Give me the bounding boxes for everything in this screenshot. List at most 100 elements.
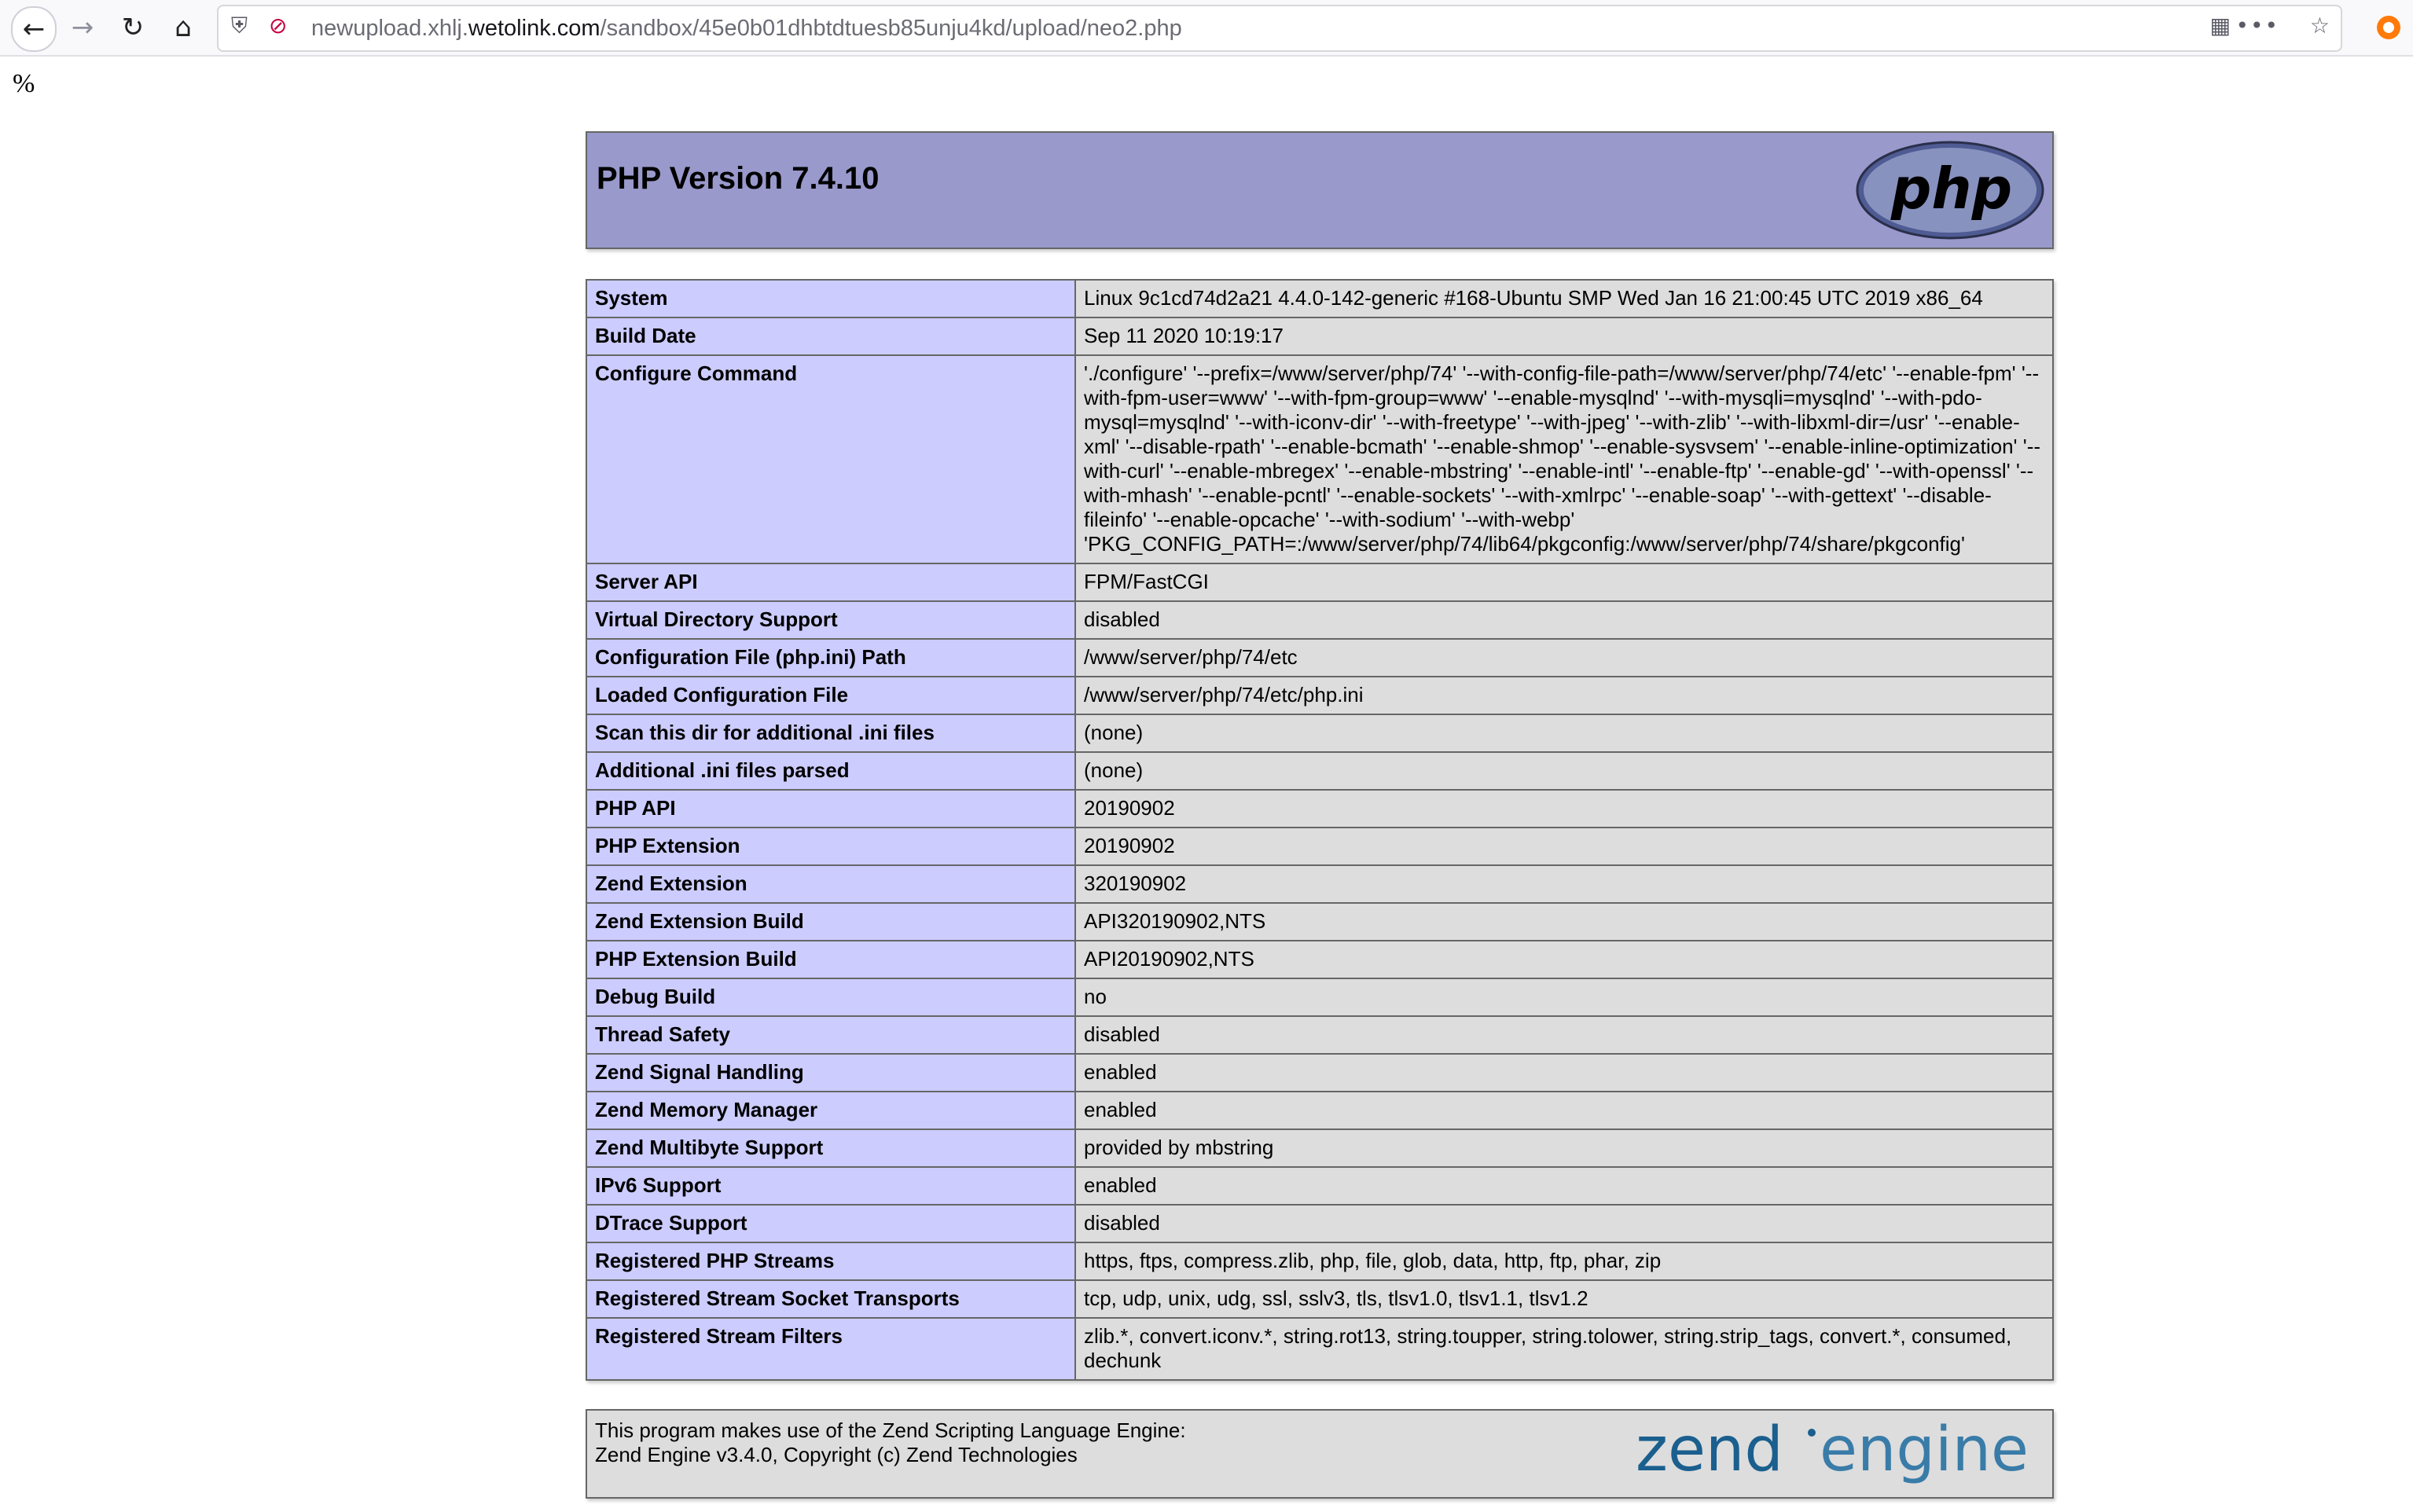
info-row: PHP Extension 20190902: [586, 827, 2054, 866]
info-row: Additional .ini files parsed (none): [586, 751, 2054, 791]
info-key: Configuration File (php.ini) Path: [586, 638, 1076, 677]
zend-engine-logo[interactable]: zend engine: [1636, 1417, 2044, 1492]
info-key: Zend Signal Handling: [586, 1053, 1076, 1092]
info-key: IPv6 Support: [586, 1166, 1076, 1206]
info-value: API320190902,NTS: [1074, 902, 2054, 941]
info-row: Zend Multibyte Support provided by mbstri…: [586, 1128, 2054, 1168]
info-value: './configure' '--prefix=/www/server/php/…: [1074, 354, 2054, 564]
info-key: Scan this dir for additional .ini files: [586, 714, 1076, 753]
info-row: Configuration File (php.ini) Path/www/se…: [586, 638, 2054, 677]
info-row: Build Date Sep 11 2020 10:19:17: [586, 317, 2054, 356]
info-value: no: [1074, 978, 2054, 1017]
info-row: Loaded Configuration File/www/server/php…: [586, 676, 2054, 715]
info-key: Zend Extension Build: [586, 902, 1076, 941]
info-value: 20190902: [1074, 827, 2054, 866]
php-logo-text: php: [1890, 156, 2012, 222]
info-value: enabled: [1074, 1091, 2054, 1130]
reload-icon[interactable]: ↻: [112, 6, 154, 49]
insecure-lock-icon[interactable]: ⊘: [269, 13, 287, 39]
info-key: System: [586, 279, 1076, 318]
info-key: PHP Extension Build: [586, 940, 1076, 979]
info-row: Server API FPM/FastCGI: [586, 563, 2054, 602]
info-key: Zend Multibyte Support: [586, 1128, 1076, 1168]
info-value: enabled: [1074, 1053, 2054, 1092]
info-value: 20190902: [1074, 789, 2054, 828]
info-value: provided by mbstring: [1074, 1128, 2054, 1168]
info-key: DTrace Support: [586, 1204, 1076, 1243]
more-icon[interactable]: •••: [2235, 13, 2279, 39]
info-key: Build Date: [586, 317, 1076, 356]
info-key: PHP API: [586, 789, 1076, 828]
info-key: PHP Extension: [586, 827, 1076, 866]
info-key: Server API: [586, 563, 1076, 602]
url-text[interactable]: newupload.xhlj.wetolink.com/sandbox/45e0…: [311, 16, 1182, 42]
info-value: disabled: [1074, 1204, 2054, 1243]
info-value: (none): [1074, 714, 2054, 753]
php-version-header: PHP Version 7.4.10 php: [586, 131, 2054, 249]
info-key: Additional .ini files parsed: [586, 751, 1076, 791]
url-path: /sandbox/45e0b01dhbtdtuesb85unju4kd/uplo…: [600, 16, 1182, 41]
info-value: /www/server/php/74/etc/php.ini: [1074, 676, 2054, 715]
browser-toolbar: ← → ↻ ⌂ ⛨ ⊘ newupload.xhlj.wetolink.com/…: [0, 0, 2413, 57]
forward-icon[interactable]: →: [61, 6, 104, 49]
info-value: /www/server/php/74/etc: [1074, 638, 2054, 677]
stray-text: %: [13, 69, 35, 98]
info-table: System Linux 9c1cd74d2a21 4.4.0-142-gener…: [586, 279, 2054, 1381]
info-value: 320190902: [1074, 864, 2054, 904]
url-domain: wetolink.com: [468, 16, 600, 41]
info-key: Zend Extension: [586, 864, 1076, 904]
php-logo[interactable]: php: [1856, 141, 2044, 240]
info-value: Linux 9c1cd74d2a21 4.4.0-142-generic #16…: [1074, 279, 2054, 318]
info-value: Sep 11 2020 10:19:17: [1074, 317, 2054, 356]
info-value: enabled: [1074, 1166, 2054, 1206]
info-value: API20190902,NTS: [1074, 940, 2054, 979]
url-prefix: newupload.xhlj.: [311, 16, 468, 41]
bookmark-star-icon[interactable]: ☆: [2310, 13, 2330, 39]
info-value: tcp, udp, unix, udg, ssl, sslv3, tls, tl…: [1074, 1279, 2054, 1319]
info-row: Configure Command './configure' '--prefix…: [586, 354, 2054, 564]
zend-logo-word2: engine: [1820, 1417, 2029, 1485]
info-row: Debug Build no: [586, 978, 2054, 1017]
info-row: Registered Stream Socket Transports tcp, …: [586, 1279, 2054, 1319]
zend-credit-line1: This program makes use of the Zend Scrip…: [595, 1418, 1186, 1442]
info-row: IPv6 Support enabled: [586, 1166, 2054, 1206]
info-row: Zend Memory Manager enabled: [586, 1091, 2054, 1130]
info-row: Registered PHP Streams https, ftps, compr…: [586, 1242, 2054, 1281]
info-value: https, ftps, compress.zlib, php, file, g…: [1074, 1242, 2054, 1281]
info-value: zlib.*, convert.iconv.*, string.rot13, s…: [1074, 1317, 2054, 1381]
shield-icon[interactable]: ⛨: [231, 13, 248, 39]
page-title: PHP Version 7.4.10: [597, 161, 880, 196]
info-key: Registered Stream Filters: [586, 1317, 1076, 1381]
info-row: Thread Safety disabled: [586, 1015, 2054, 1055]
back-icon[interactable]: ←: [11, 6, 57, 52]
info-row: DTrace Support disabled: [586, 1204, 2054, 1243]
info-row: System Linux 9c1cd74d2a21 4.4.0-142-gener…: [586, 279, 2054, 318]
zend-engine-box: This program makes use of the Zend Scrip…: [586, 1409, 2054, 1499]
info-value: FPM/FastCGI: [1074, 563, 2054, 602]
info-key: Loaded Configuration File: [586, 676, 1076, 715]
info-key: Registered Stream Socket Transports: [586, 1279, 1076, 1319]
info-key: Debug Build: [586, 978, 1076, 1017]
phpinfo-container: PHP Version 7.4.10 php System Linux 9c1cd…: [586, 131, 2054, 1499]
info-row: PHP API 20190902: [586, 789, 2054, 828]
info-row: Virtual Directory Support disabled: [586, 600, 2054, 640]
info-value: (none): [1074, 751, 2054, 791]
zend-logo-dot: [1808, 1429, 1816, 1437]
zend-credit: This program makes use of the Zend Scrip…: [595, 1418, 1186, 1467]
qr-code-icon[interactable]: ▦: [2210, 13, 2231, 39]
info-row: Zend Extension Build API320190902,NTS: [586, 902, 2054, 941]
info-key: Zend Memory Manager: [586, 1091, 1076, 1130]
info-key: Thread Safety: [586, 1015, 1076, 1055]
info-key: Configure Command: [586, 354, 1076, 564]
info-value: disabled: [1074, 600, 2054, 640]
info-key: Virtual Directory Support: [586, 600, 1076, 640]
zend-logo-word1: zend: [1636, 1417, 1783, 1485]
address-bar[interactable]: ⛨ ⊘ newupload.xhlj.wetolink.com/sandbox/…: [217, 5, 2342, 52]
info-row: Registered Stream Filters zlib.*, convert…: [586, 1317, 2054, 1381]
home-icon[interactable]: ⌂: [162, 6, 204, 49]
extension-icon[interactable]: [2377, 16, 2400, 39]
zend-credit-line2: Zend Engine v3.4.0, Copyright (c) Zend T…: [595, 1443, 1078, 1466]
info-row: Zend Extension 320190902: [586, 864, 2054, 904]
info-row: Scan this dir for additional .ini files(…: [586, 714, 2054, 753]
info-key: Registered PHP Streams: [586, 1242, 1076, 1281]
